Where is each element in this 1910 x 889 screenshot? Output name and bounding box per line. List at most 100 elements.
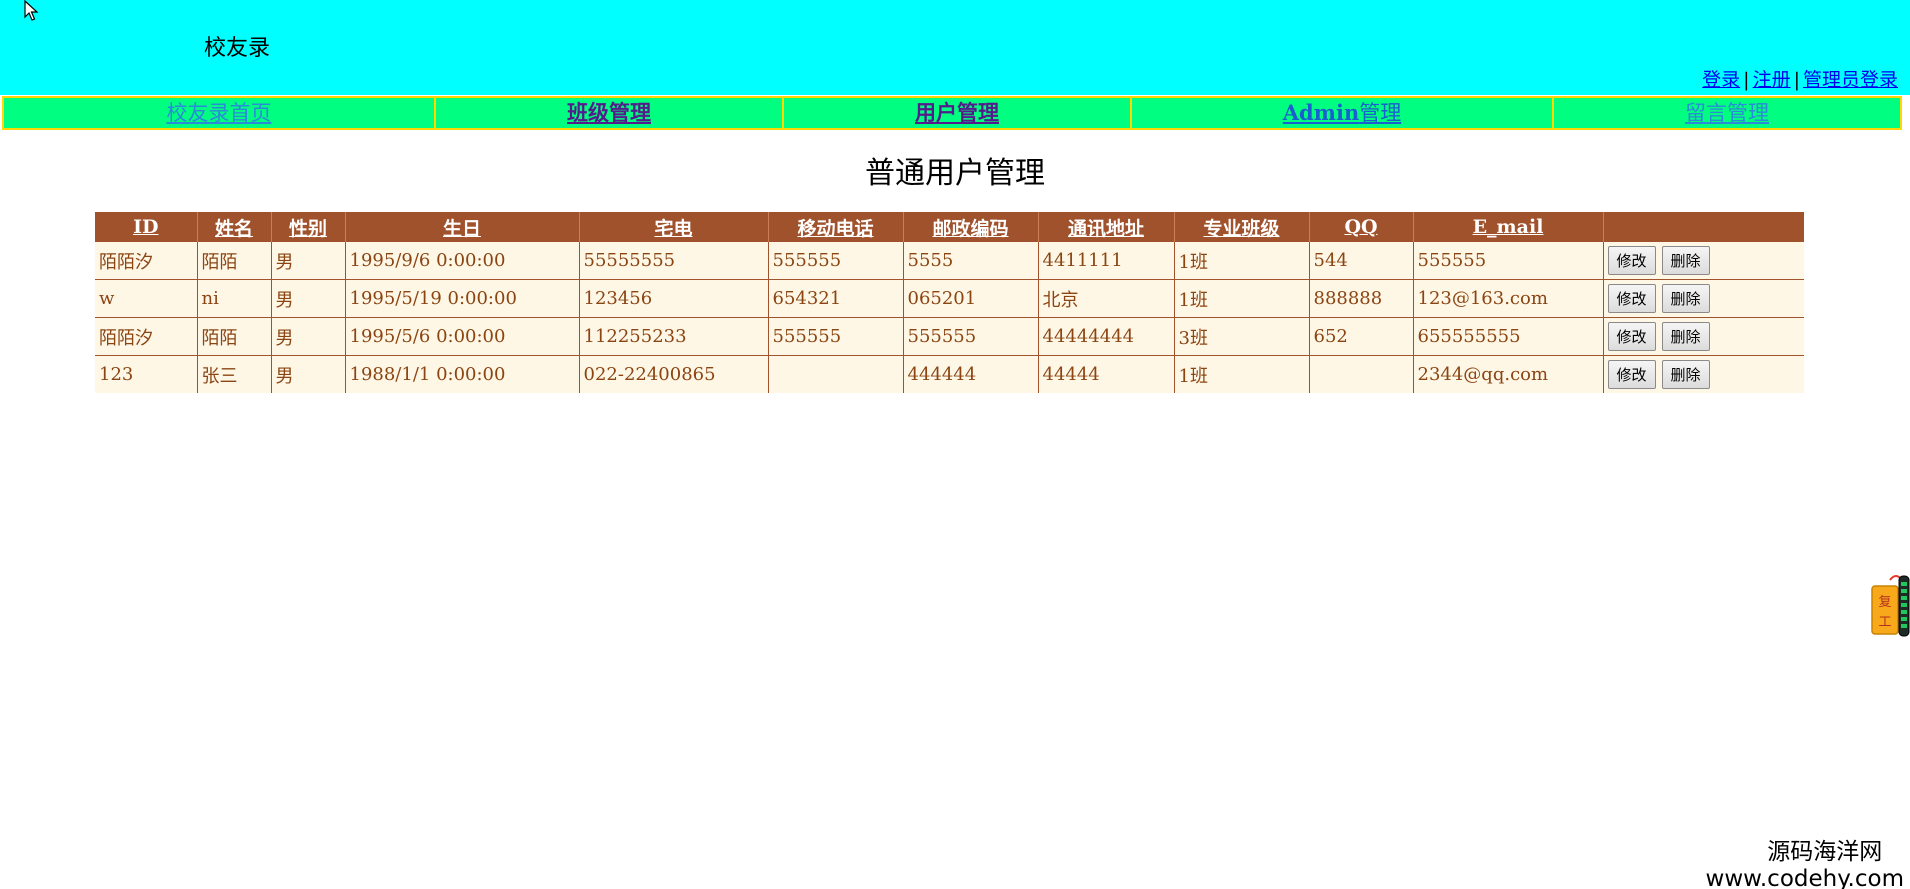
nav-link-message-management[interactable]: 留言管理 bbox=[1685, 101, 1769, 125]
cell-actions: 修改 删除 bbox=[1603, 279, 1804, 318]
cell-id: w bbox=[95, 279, 198, 318]
cell-address: 北京 bbox=[1038, 279, 1175, 318]
cell-home-phone: 112255233 bbox=[579, 317, 769, 356]
cell-address: 44444444 bbox=[1038, 317, 1175, 356]
nav-link-home[interactable]: 校友录首页 bbox=[167, 101, 272, 125]
page-title: 普通用户管理 bbox=[865, 156, 1045, 191]
cell-birthday: 1995/9/6 0:00:00 bbox=[345, 242, 580, 280]
nav-link-class-management[interactable]: 班级管理 bbox=[567, 100, 651, 125]
cell-email: 555555 bbox=[1413, 242, 1604, 280]
cell-name: 陌陌 bbox=[197, 317, 272, 356]
cell-qq bbox=[1309, 355, 1414, 393]
column-header-gender[interactable]: 性别 bbox=[271, 212, 346, 242]
column-header-address[interactable]: 通讯地址 bbox=[1038, 212, 1175, 242]
nav-admin-suffix: 管理 bbox=[1359, 101, 1402, 125]
nav-item-user-management: 用户管理 bbox=[784, 98, 1132, 128]
cell-postcode: 065201 bbox=[903, 279, 1039, 318]
cell-gender: 男 bbox=[271, 317, 346, 356]
side-floating-widget-icon[interactable]: 复 工 bbox=[1870, 570, 1910, 638]
login-link[interactable]: 登录 bbox=[1702, 69, 1740, 91]
table-row: w ni 男 1995/5/19 0:00:00 123456 654321 0… bbox=[95, 279, 1804, 318]
cell-mobile: 654321 bbox=[768, 279, 904, 318]
cell-id: 陌陌汐 bbox=[95, 317, 198, 356]
cell-address: 44444 bbox=[1038, 355, 1175, 393]
watermark-url: www.codehy.com bbox=[1705, 866, 1904, 889]
cell-gender: 男 bbox=[271, 279, 346, 318]
cell-actions: 修改 删除 bbox=[1603, 242, 1804, 280]
column-header-qq[interactable]: QQ bbox=[1309, 212, 1414, 242]
cell-email: 123@163.com bbox=[1413, 279, 1604, 318]
watermark-name: 源码海洋网 bbox=[1767, 839, 1883, 865]
cell-mobile: 555555 bbox=[768, 242, 904, 280]
column-header-mobile[interactable]: 移动电话 bbox=[768, 212, 904, 242]
cell-home-phone: 022-22400865 bbox=[579, 355, 769, 393]
main-nav: 校友录首页 班级管理 用户管理 Admin管理 留言管理 bbox=[2, 96, 1902, 130]
admin-login-link[interactable]: 管理员登录 bbox=[1803, 69, 1898, 91]
cell-qq: 888888 bbox=[1309, 279, 1414, 318]
cell-mobile bbox=[768, 355, 904, 393]
cell-birthday: 1995/5/6 0:00:00 bbox=[345, 317, 580, 356]
side-widget-text-2: 工 bbox=[1878, 615, 1891, 630]
nav-link-admin-management[interactable]: Admin管理 bbox=[1283, 100, 1401, 125]
column-header-home-phone[interactable]: 宅电 bbox=[579, 212, 769, 242]
cell-class: 3班 bbox=[1174, 317, 1310, 356]
mouse-cursor-icon bbox=[24, 0, 39, 21]
nav-link-user-management[interactable]: 用户管理 bbox=[915, 100, 999, 125]
header-bar: 校友录 登录 | 注册 | 管理员登录 bbox=[0, 0, 1910, 95]
edit-button[interactable]: 修改 bbox=[1607, 360, 1656, 389]
site-title: 校友录 bbox=[204, 36, 271, 61]
register-link[interactable]: 注册 bbox=[1753, 69, 1791, 91]
column-header-postcode[interactable]: 邮政编码 bbox=[903, 212, 1039, 242]
cell-gender: 男 bbox=[271, 355, 346, 393]
cell-id: 123 bbox=[95, 355, 198, 393]
nav-item-message-management: 留言管理 bbox=[1554, 98, 1900, 128]
column-header-name[interactable]: 姓名 bbox=[197, 212, 272, 242]
table-row: 123 张三 男 1988/1/1 0:00:00 022-22400865 4… bbox=[95, 355, 1804, 393]
cell-birthday: 1988/1/1 0:00:00 bbox=[345, 355, 580, 393]
auth-separator: | bbox=[1793, 69, 1800, 91]
side-widget-text-1: 复 bbox=[1878, 595, 1891, 610]
column-header-email[interactable]: E_mail bbox=[1413, 212, 1604, 242]
nav-item-home: 校友录首页 bbox=[4, 98, 436, 128]
cell-actions: 修改 删除 bbox=[1603, 317, 1804, 356]
cell-gender: 男 bbox=[271, 242, 346, 280]
cell-email: 655555555 bbox=[1413, 317, 1604, 356]
auth-links: 登录 | 注册 | 管理员登录 bbox=[1702, 65, 1898, 92]
delete-button[interactable]: 删除 bbox=[1661, 284, 1710, 313]
table-header-row: ID 姓名 性别 生日 宅电 移动电话 邮政编码 通讯地址 专业班级 QQ E_… bbox=[95, 212, 1804, 242]
delete-button[interactable]: 删除 bbox=[1661, 322, 1710, 351]
cell-address: 4411111 bbox=[1038, 242, 1175, 280]
column-header-actions bbox=[1603, 212, 1804, 242]
cell-home-phone: 55555555 bbox=[579, 242, 769, 280]
cell-birthday: 1995/5/19 0:00:00 bbox=[345, 279, 580, 318]
edit-button[interactable]: 修改 bbox=[1607, 322, 1656, 351]
cell-class: 1班 bbox=[1174, 355, 1310, 393]
cell-class: 1班 bbox=[1174, 279, 1310, 318]
cell-home-phone: 123456 bbox=[579, 279, 769, 318]
cell-qq: 652 bbox=[1309, 317, 1414, 356]
cell-mobile: 555555 bbox=[768, 317, 904, 356]
cell-postcode: 444444 bbox=[903, 355, 1039, 393]
watermark: 源码海洋网 www.codehy.com bbox=[1706, 832, 1904, 889]
nav-item-admin-management: Admin管理 bbox=[1132, 98, 1554, 128]
cell-name: ni bbox=[197, 279, 272, 318]
table-row: 陌陌汐 陌陌 男 1995/5/6 0:00:00 112255233 5555… bbox=[95, 317, 1804, 356]
cell-email: 2344@qq.com bbox=[1413, 355, 1604, 393]
column-header-id[interactable]: ID bbox=[95, 212, 198, 242]
cell-actions: 修改 删除 bbox=[1603, 355, 1804, 393]
nav-item-class-management: 班级管理 bbox=[436, 98, 784, 128]
column-header-birthday[interactable]: 生日 bbox=[345, 212, 580, 242]
cell-name: 张三 bbox=[197, 355, 272, 393]
cell-postcode: 5555 bbox=[903, 242, 1039, 280]
cell-class: 1班 bbox=[1174, 242, 1310, 280]
cell-id: 陌陌汐 bbox=[95, 242, 198, 280]
table-row: 陌陌汐 陌陌 男 1995/9/6 0:00:00 55555555 55555… bbox=[95, 242, 1804, 280]
column-header-class[interactable]: 专业班级 bbox=[1174, 212, 1310, 242]
edit-button[interactable]: 修改 bbox=[1607, 284, 1656, 313]
delete-button[interactable]: 删除 bbox=[1661, 246, 1710, 275]
cell-name: 陌陌 bbox=[197, 242, 272, 280]
edit-button[interactable]: 修改 bbox=[1607, 246, 1656, 275]
delete-button[interactable]: 删除 bbox=[1661, 360, 1710, 389]
auth-separator: | bbox=[1743, 69, 1750, 91]
cell-postcode: 555555 bbox=[903, 317, 1039, 356]
